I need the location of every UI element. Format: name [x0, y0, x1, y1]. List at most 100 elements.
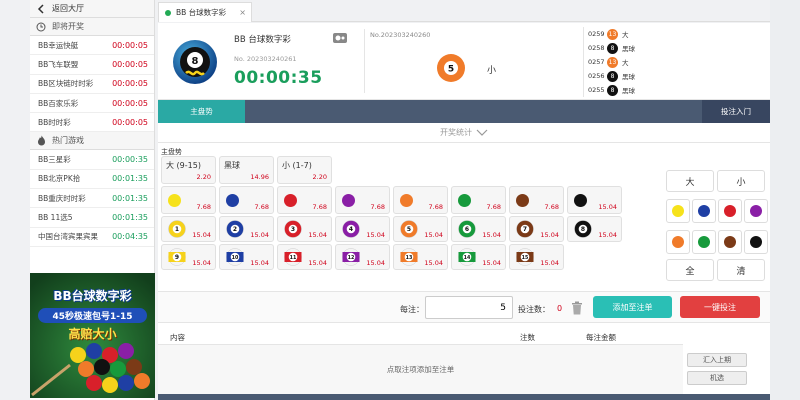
sidebar-game-item[interactable]: 中国台湾宾果宾果 00:04:35: [30, 228, 154, 247]
ball-number: 3: [291, 226, 295, 233]
quick-color-button[interactable]: [744, 230, 768, 254]
history-issue: 0256: [588, 72, 605, 80]
bet-cell-odds: 15.04: [192, 259, 211, 267]
quick-all-button[interactable]: 全: [666, 259, 714, 281]
bet-cell-size[interactable]: 黑球 14.96: [219, 156, 274, 184]
history-row: 0257 13 大: [588, 55, 758, 69]
last-issue-number: No.202303240260: [370, 31, 431, 39]
numbered-ball-icon: 9: [168, 248, 186, 266]
ball-number: 8: [581, 226, 585, 233]
quick-color-button[interactable]: [718, 199, 742, 223]
quick-color-button[interactable]: [666, 199, 690, 223]
color-dot-icon: [672, 205, 684, 217]
amount-input[interactable]: [425, 296, 513, 319]
bet-cell-number[interactable]: 6 15.04: [451, 216, 506, 242]
quick-color-button[interactable]: [666, 230, 690, 254]
bet-cell-odds: 15.04: [424, 231, 443, 239]
sidebar-game-item[interactable]: BB百家乐彩 00:00:05: [30, 94, 154, 114]
quick-clear-button[interactable]: 清: [717, 259, 765, 281]
tab-main-market[interactable]: 主盘势: [158, 100, 245, 123]
bet-cell-color[interactable]: 7.68: [451, 186, 506, 214]
trash-icon[interactable]: [571, 301, 583, 315]
history-ball-icon: 13: [607, 28, 618, 40]
ball-number: 6: [465, 226, 469, 233]
section-hot-label: 热门游戏: [52, 136, 84, 146]
numbered-ball-icon: 11: [284, 248, 302, 266]
bet-cell-odds: 15.04: [482, 231, 501, 239]
tab-billiards-lottery[interactable]: BB 台球数字彩 ×: [158, 2, 252, 22]
bet-cell-number[interactable]: 1 15.04: [161, 216, 216, 242]
sidebar-game-item[interactable]: BB飞车联盟 00:00:05: [30, 55, 154, 75]
one-click-bet-button[interactable]: 一键投注: [680, 296, 760, 318]
bet-cell-number[interactable]: 14 15.04: [451, 244, 506, 270]
sidebar-game-name: BB重庆时时彩: [38, 193, 86, 203]
sidebar-game-item[interactable]: BB重庆时时彩 00:01:35: [30, 189, 154, 209]
sidebar-game-item[interactable]: BB三星彩 00:00:35: [30, 150, 154, 170]
quick-small-button[interactable]: 小: [717, 170, 765, 192]
game-logo-icon: 8: [173, 40, 217, 84]
sidebar-game-timer: 00:01:35: [112, 193, 148, 203]
ball-number: 11: [290, 255, 297, 261]
quick-color-button[interactable]: [744, 199, 768, 223]
history-issue: 0258: [588, 44, 605, 52]
bet-cell-odds: 15.04: [192, 231, 211, 239]
color-dot-icon: [724, 236, 736, 248]
bet-cell-number[interactable]: 9 15.04: [161, 244, 216, 270]
quick-big-button[interactable]: 大: [666, 170, 714, 192]
bet-cell-odds: 15.04: [366, 231, 385, 239]
bet-count-value: 0: [557, 304, 563, 313]
color-ball-icon: [342, 194, 355, 207]
bet-cell-number[interactable]: 12 15.04: [335, 244, 390, 270]
import-last-button[interactable]: 汇入上期: [687, 353, 747, 367]
last-result-ball-number: 5: [448, 65, 454, 75]
sidebar-game-name: BB三星彩: [38, 155, 71, 165]
sidebar-game-item[interactable]: BB 11选5 00:01:35: [30, 208, 154, 228]
bet-cell-color[interactable]: 7.68: [219, 186, 274, 214]
history-ball-icon: 8: [607, 70, 618, 82]
bet-cell-size[interactable]: 大 (9-15) 2.20: [161, 156, 216, 184]
bet-cell-color[interactable]: 7.68: [277, 186, 332, 214]
bet-cell-number[interactable]: 15 15.04: [509, 244, 564, 270]
bet-cell-number[interactable]: 3 15.04: [277, 216, 332, 242]
bet-cell-number[interactable]: 8 15.04: [567, 216, 622, 242]
quick-color-button[interactable]: [692, 199, 716, 223]
bet-cell-number[interactable]: 11 15.04: [277, 244, 332, 270]
sidebar-game-item[interactable]: BB北京PK拾 00:01:35: [30, 170, 154, 190]
close-icon[interactable]: ×: [239, 8, 246, 17]
sidebar-game-item[interactable]: BB区块链时时彩 00:00:05: [30, 75, 154, 94]
bet-cell-color[interactable]: 7.68: [393, 186, 448, 214]
draw-stats-toggle[interactable]: 开奖统计: [158, 123, 770, 143]
bet-cell-number[interactable]: 7 15.04: [509, 216, 564, 242]
bet-cell-number[interactable]: 13 15.04: [393, 244, 448, 270]
draw-history: 0259 13 大 0258 8 黑球 0257 13 大 0256 8 黑球 0255 8 黑球: [588, 27, 758, 97]
bet-cell-number[interactable]: 10 15.04: [219, 244, 274, 270]
bet-cell-number[interactable]: 5 15.04: [393, 216, 448, 242]
sidebar-game-item[interactable]: BB时时彩 00:00:05: [30, 113, 154, 133]
color-ball-icon: [400, 194, 413, 207]
current-issue-number: No. 202303240261: [234, 55, 297, 63]
quick-color-button[interactable]: [718, 230, 742, 254]
promo-banner[interactable]: BB台球数字彩 45秒极速包号1-15 高赔大小: [30, 273, 155, 398]
col-content: 内容: [170, 333, 185, 342]
bet-cell-color[interactable]: 7.68: [509, 186, 564, 214]
bet-guide-button[interactable]: 投注入门: [702, 100, 770, 123]
bet-cell-size[interactable]: 小 (1-7) 2.20: [277, 156, 332, 184]
bet-cell-color[interactable]: 7.68: [161, 186, 216, 214]
history-label: 黑球: [622, 45, 635, 53]
play-type-bar: 主盘势 投注入门: [158, 100, 770, 123]
bet-cell-number[interactable]: 4 15.04: [335, 216, 390, 242]
history-ball-icon: 8: [607, 42, 618, 54]
bet-cell-color[interactable]: 7.68: [335, 186, 390, 214]
bet-cell-number[interactable]: 2 15.04: [219, 216, 274, 242]
bet-cell-color[interactable]: 15.04: [567, 186, 622, 214]
add-to-slip-button[interactable]: 添加至注单: [593, 296, 672, 318]
sidebar-game-item[interactable]: BB幸运快艇 00:00:05: [30, 36, 154, 56]
back-to-lobby-button[interactable]: 返回大厅: [30, 0, 154, 18]
game-title: BB 台球数字彩: [234, 35, 291, 45]
chevron-down-icon: [476, 129, 488, 136]
video-icon[interactable]: [332, 31, 348, 45]
numbered-ball-icon: 3: [284, 220, 302, 238]
history-row: 0255 8 黑球: [588, 83, 758, 97]
quick-color-button[interactable]: [692, 230, 716, 254]
random-pick-button[interactable]: 机选: [687, 371, 747, 385]
